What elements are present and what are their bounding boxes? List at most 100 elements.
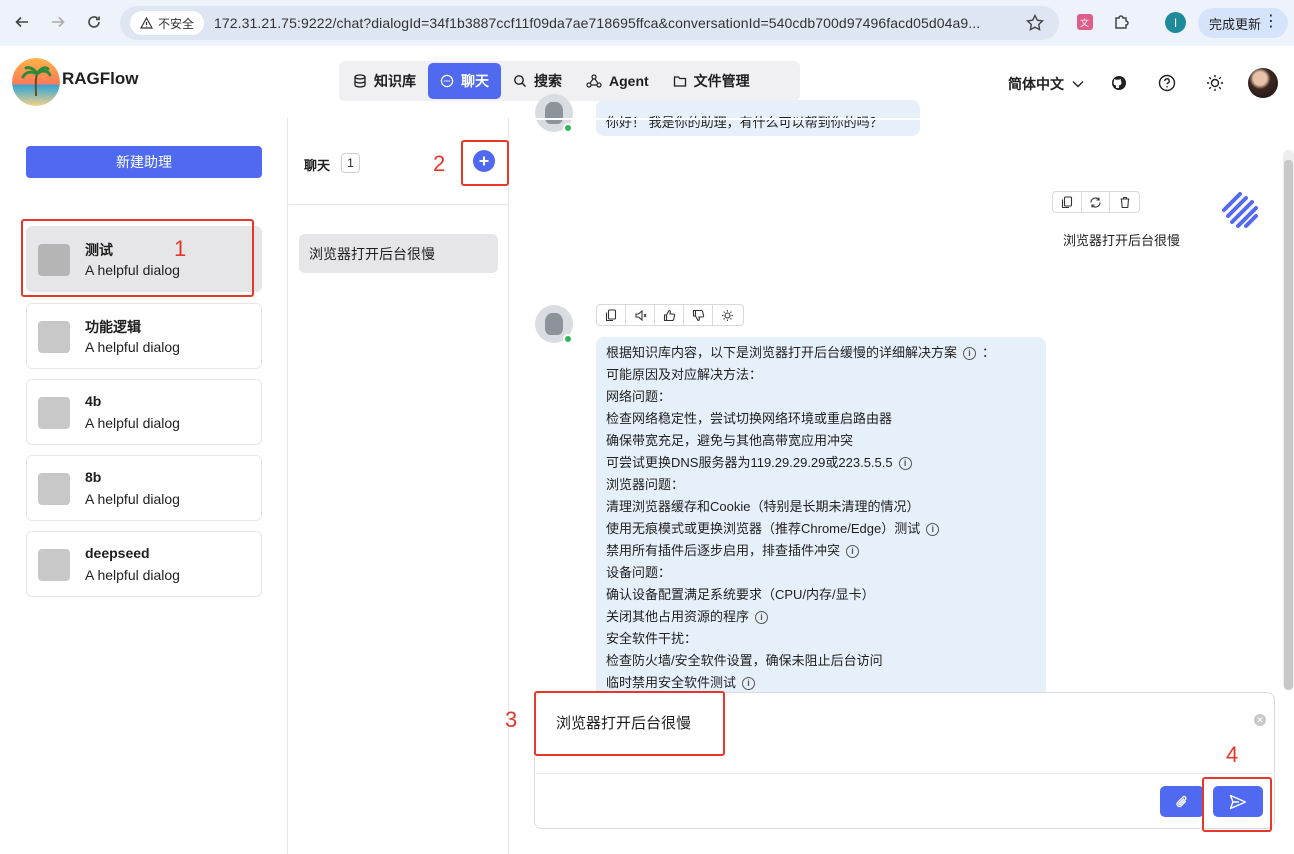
citation-info-icon[interactable]: i <box>926 522 940 536</box>
user-message-toolbar <box>1052 191 1140 213</box>
answer-line-text: 安全软件干扰： <box>606 631 698 646</box>
conversation-count-badge: 1 <box>341 153 360 173</box>
assistant-thumbnail <box>38 321 70 353</box>
warning-icon <box>140 17 153 29</box>
address-bar[interactable]: 不安全 172.31.21.75:9222/chat?dialogId=34f1… <box>120 6 1059 40</box>
answer-line-text: 设备问题： <box>606 565 672 580</box>
assistant-name: 4b <box>85 393 102 409</box>
answer-line: 根据知识库内容，以下是浏览器打开后台缓慢的详细解决方案 i ： <box>606 342 1036 364</box>
chevron-down-icon <box>1072 81 1084 88</box>
online-indicator <box>563 334 573 344</box>
answer-line-text: 关闭其他占用资源的程序 <box>606 609 750 624</box>
answer-line: 清理浏览器缓存和Cookie（特别是长期未清理的情况） <box>606 496 1036 518</box>
reload-icon[interactable] <box>83 11 105 33</box>
answer-line-suffix: ： <box>982 345 996 360</box>
thumbs-up-icon[interactable] <box>655 305 684 325</box>
main-nav: 知识库 聊天 搜索 Agent 文件管理 <box>339 61 800 101</box>
assistant-name: deepseed <box>85 545 150 561</box>
nav-search[interactable]: 搜索 <box>501 63 574 99</box>
scroll-clip <box>510 118 1280 120</box>
nav-chat[interactable]: 聊天 <box>428 63 501 99</box>
answer-line: 可能原因及对应解决方法： <box>606 364 1036 386</box>
attach-button[interactable] <box>1160 786 1204 817</box>
brand-name: RAGFlow <box>62 69 139 88</box>
annotation-box-3 <box>534 691 725 756</box>
nav-knowledge-base[interactable]: 知识库 <box>341 63 428 99</box>
copy-icon[interactable] <box>597 305 626 325</box>
greeting-text: 你好！ 我是你的助理，有什么可以帮到你的吗？ <box>606 115 883 130</box>
back-arrow-icon[interactable] <box>11 11 33 33</box>
assistant-name: 功能逻辑 <box>85 319 141 335</box>
annotation-number-2: 2 <box>433 151 446 176</box>
assistant-thumbnail <box>38 549 70 581</box>
security-chip[interactable]: 不安全 <box>130 11 205 35</box>
speaker-icon[interactable] <box>626 305 655 325</box>
assistant-description: A helpful dialog <box>85 491 180 507</box>
extensions-puzzle-icon[interactable] <box>1112 12 1132 32</box>
update-button[interactable]: 完成更新 ⋮ <box>1198 8 1288 38</box>
assistant-thumbnail <box>38 397 70 429</box>
assistant-card[interactable]: 4b A helpful dialog <box>26 379 262 445</box>
answer-line: 浏览器问题： <box>606 474 1036 496</box>
copy-icon[interactable] <box>1053 192 1082 212</box>
forward-arrow-icon[interactable] <box>47 11 69 33</box>
citation-info-icon[interactable]: i <box>755 610 769 624</box>
regenerate-icon[interactable] <box>1082 192 1111 212</box>
database-icon <box>354 74 366 88</box>
answer-line-text: 浏览器问题： <box>606 477 685 492</box>
user-avatar[interactable] <box>1248 68 1278 98</box>
answer-line-text: 可能原因及对应解决方法： <box>606 367 763 382</box>
conversation-title: 聊天 <box>304 158 331 173</box>
answer-line: 可尝试更换DNS服务器为119.29.29.29或223.5.5.5 i <box>606 452 1036 474</box>
delete-icon[interactable] <box>1110 192 1139 212</box>
github-icon[interactable] <box>1109 73 1129 93</box>
url-text: 172.31.21.75:9222/chat?dialogId=34f1b388… <box>214 15 981 31</box>
new-assistant-button[interactable]: 新建助理 <box>26 146 262 178</box>
lightbulb-icon[interactable] <box>713 305 742 325</box>
assistant-card[interactable]: 功能逻辑 A helpful dialog <box>26 303 262 369</box>
answer-line-text: 网络问题： <box>606 389 672 404</box>
update-label: 完成更新 <box>1209 16 1262 32</box>
chat-scrollbar-thumb[interactable] <box>1284 160 1293 690</box>
nav-agent[interactable]: Agent <box>574 63 661 99</box>
assistant-name: 8b <box>85 469 102 485</box>
assistant-card[interactable]: 8b A helpful dialog <box>26 455 262 521</box>
annotation-box-1 <box>21 219 254 297</box>
annotation-number-3: 3 <box>505 707 518 732</box>
nav-file-management[interactable]: 文件管理 <box>661 63 762 99</box>
citation-info-icon[interactable]: i <box>742 676 756 690</box>
assistant-card[interactable]: deepseed A helpful dialog <box>26 531 262 597</box>
bookmark-star-icon[interactable] <box>1025 13 1045 33</box>
answer-line-text: 根据知识库内容，以下是浏览器打开后台缓慢的详细解决方案 <box>606 345 958 360</box>
citation-info-icon[interactable]: i <box>963 346 977 360</box>
answer-line-text: 禁用所有插件后逐步启用，排查插件冲突 <box>606 543 841 558</box>
language-selector[interactable]: 简体中文 <box>1008 74 1084 94</box>
theme-sun-icon[interactable] <box>1205 73 1225 93</box>
annotation-box-4 <box>1202 777 1272 832</box>
answer-line: 检查网络稳定性，尝试切换网络环境或重启路由器 <box>606 408 1036 430</box>
browser-toolbar: 不安全 172.31.21.75:9222/chat?dialogId=34f1… <box>0 0 1294 46</box>
conversation-panel: 聊天 1 浏览器打开后台很慢 <box>289 118 509 854</box>
thumbs-down-icon[interactable] <box>684 305 713 325</box>
nav-label: 搜索 <box>534 73 562 89</box>
search-icon <box>514 75 526 87</box>
svg-text:文: 文 <box>1080 17 1089 29</box>
answer-line-text: 使用无痕模式或更换浏览器（推荐Chrome/Edge）测试 <box>606 521 921 536</box>
agent-icon <box>586 74 602 88</box>
clear-input-icon[interactable]: ✕ <box>1254 714 1266 726</box>
user-message-text: 浏览器打开后台很慢 <box>1063 233 1181 248</box>
conversation-item[interactable]: 浏览器打开后台很慢 <box>299 234 498 273</box>
annotation-box-2 <box>461 140 509 186</box>
citation-info-icon[interactable]: i <box>898 456 912 470</box>
more-vert-icon[interactable]: ⋮ <box>1263 14 1279 30</box>
citation-info-icon[interactable]: i <box>846 544 860 558</box>
nav-label: 聊天 <box>461 73 489 89</box>
profile-avatar[interactable]: I <box>1165 12 1186 33</box>
answer-bubble: 根据知识库内容，以下是浏览器打开后台缓慢的详细解决方案 i ： 可能原因及对应解决方法… <box>596 337 1046 697</box>
translate-extension-icon[interactable]: 文 <box>1075 12 1095 32</box>
assistant-thumbnail <box>38 473 70 505</box>
answer-line-text: 检查网络稳定性，尝试切换网络环境或重启路由器 <box>606 411 893 426</box>
help-icon[interactable] <box>1157 73 1177 93</box>
language-label: 简体中文 <box>1008 76 1064 92</box>
chat-icon <box>440 74 454 88</box>
